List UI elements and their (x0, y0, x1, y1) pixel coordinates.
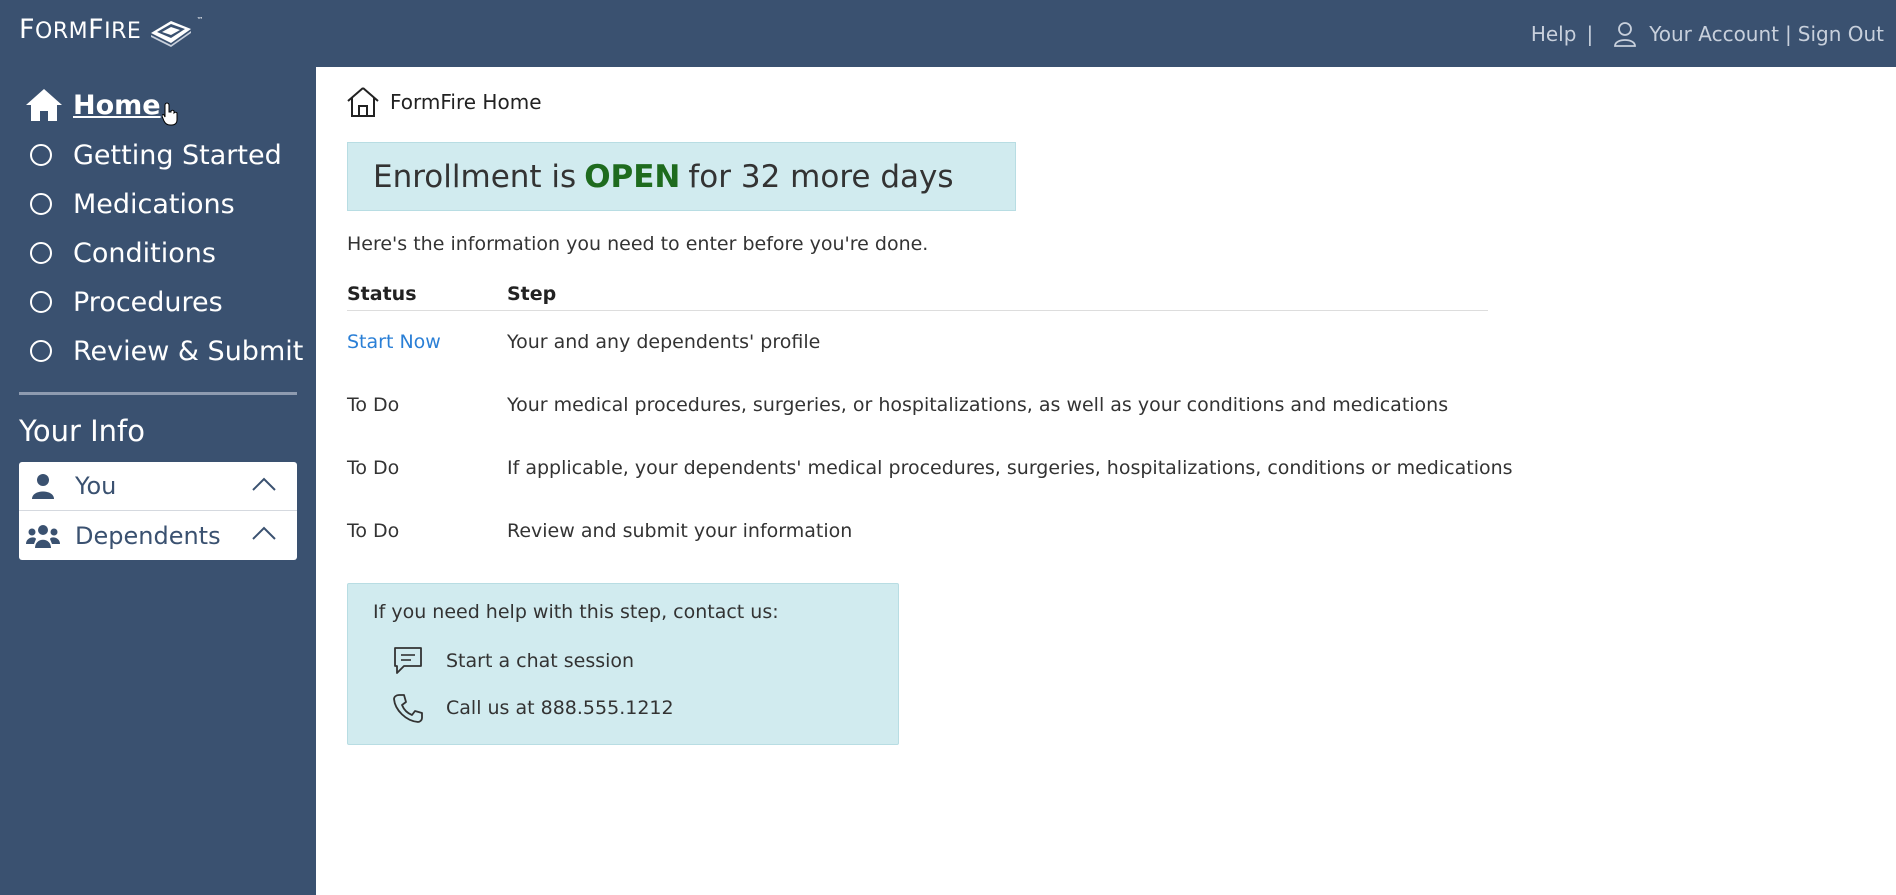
breadcrumb: FormFire Home (346, 86, 542, 118)
phone-icon (392, 692, 428, 724)
separator: | (1785, 21, 1792, 46)
enrollment-banner: Enrollment is OPEN for 32 more days (347, 142, 1016, 211)
step-description: Your and any dependents' profile (507, 331, 821, 353)
status-circle-icon (30, 144, 52, 166)
step-description: If applicable, your dependents' medical … (507, 457, 1513, 479)
step-status: To Do (347, 520, 400, 542)
sidebar-item-label: Review & Submit (73, 335, 304, 367)
table-row: Start Now Your and any dependents' profi… (347, 331, 1488, 361)
home-icon (24, 87, 64, 123)
sidebar-item-procedures[interactable]: Procedures (24, 282, 223, 322)
user-icon (25, 473, 61, 499)
step-description: Your medical procedures, surgeries, or h… (507, 394, 1449, 416)
status-circle-icon (30, 340, 52, 362)
info-item-you[interactable]: You (19, 462, 297, 511)
logo-mark-icon (147, 15, 195, 51)
help-title: If you need help with this step, contact… (373, 601, 779, 623)
help-panel: If you need help with this step, contact… (347, 583, 899, 745)
sidebar-item-label: Conditions (73, 237, 216, 269)
sidebar-item-medications[interactable]: Medications (24, 184, 235, 224)
banner-suffix: for 32 more days (688, 158, 954, 195)
info-item-label: Dependents (75, 521, 221, 550)
steps-table: Status Step Start Now Your and any depen… (347, 283, 1513, 542)
account-links: Help | Your Account | Sign Out (1496, 0, 1896, 67)
sign-out-link[interactable]: Sign Out (1798, 22, 1884, 46)
info-item-dependents[interactable]: Dependents (19, 511, 297, 560)
enrollment-status: OPEN (584, 158, 681, 195)
chevron-up-icon[interactable] (251, 525, 277, 541)
table-row: To Do If applicable, your dependents' me… (347, 457, 1513, 487)
status-column-header: Status (347, 283, 417, 305)
step-description: Review and submit your information (507, 520, 853, 542)
step-status: To Do (347, 394, 400, 416)
chat-session-link[interactable]: Start a chat session (392, 646, 634, 676)
banner-prefix: Enrollment is (373, 158, 577, 195)
sidebar-item-label: Procedures (73, 286, 223, 318)
mouse-cursor-icon (161, 102, 178, 130)
home-outline-icon (346, 86, 380, 118)
status-circle-icon (30, 291, 52, 313)
help-link[interactable]: Help (1531, 22, 1577, 46)
user-icon (1613, 21, 1637, 47)
intro-text: Here's the information you need to enter… (347, 233, 929, 255)
chat-icon (392, 646, 428, 676)
status-circle-icon (30, 193, 52, 215)
steps-table-header: Status Step (347, 283, 1488, 311)
table-row: To Do Review and submit your information (347, 520, 1488, 550)
info-item-label: You (75, 472, 117, 500)
sidebar-item-label: Home (73, 89, 161, 121)
table-row: To Do Your medical procedures, surgeries… (347, 394, 1488, 424)
sidebar-divider (19, 392, 297, 395)
top-header: FORMFIRE ™ Help | Your Account | Sign Ou… (0, 0, 1896, 67)
your-info-heading: Your Info (19, 414, 146, 448)
sidebar-item-review-submit[interactable]: Review & Submit (24, 331, 303, 371)
your-info-panel: You Dependents (19, 462, 297, 560)
trademark: ™ (196, 16, 204, 24)
sidebar: Home Getting Started Medications Conditi… (0, 67, 316, 895)
sidebar-item-conditions[interactable]: Conditions (24, 233, 216, 273)
step-status: To Do (347, 457, 400, 479)
users-icon (25, 524, 61, 548)
logo-text: FORMFIRE (19, 14, 142, 45)
sidebar-item-label: Medications (73, 188, 235, 220)
step-column-header: Step (507, 283, 557, 305)
separator: | (1586, 21, 1594, 46)
formfire-logo[interactable]: FORMFIRE ™ (19, 13, 203, 51)
breadcrumb-label: FormFire Home (390, 90, 542, 114)
sidebar-item-label: Getting Started (73, 139, 282, 171)
chevron-up-icon[interactable] (251, 476, 277, 492)
chat-label: Start a chat session (446, 650, 635, 672)
call-us-link[interactable]: Call us at 888.555.1212 (392, 692, 674, 724)
your-account-link[interactable]: Your Account (1649, 22, 1779, 46)
status-circle-icon (30, 242, 52, 264)
sidebar-item-getting-started[interactable]: Getting Started (24, 135, 282, 175)
sidebar-item-home[interactable]: Home (24, 85, 161, 125)
call-label: Call us at 888.555.1212 (446, 697, 674, 719)
start-now-link[interactable]: Start Now (347, 331, 441, 353)
